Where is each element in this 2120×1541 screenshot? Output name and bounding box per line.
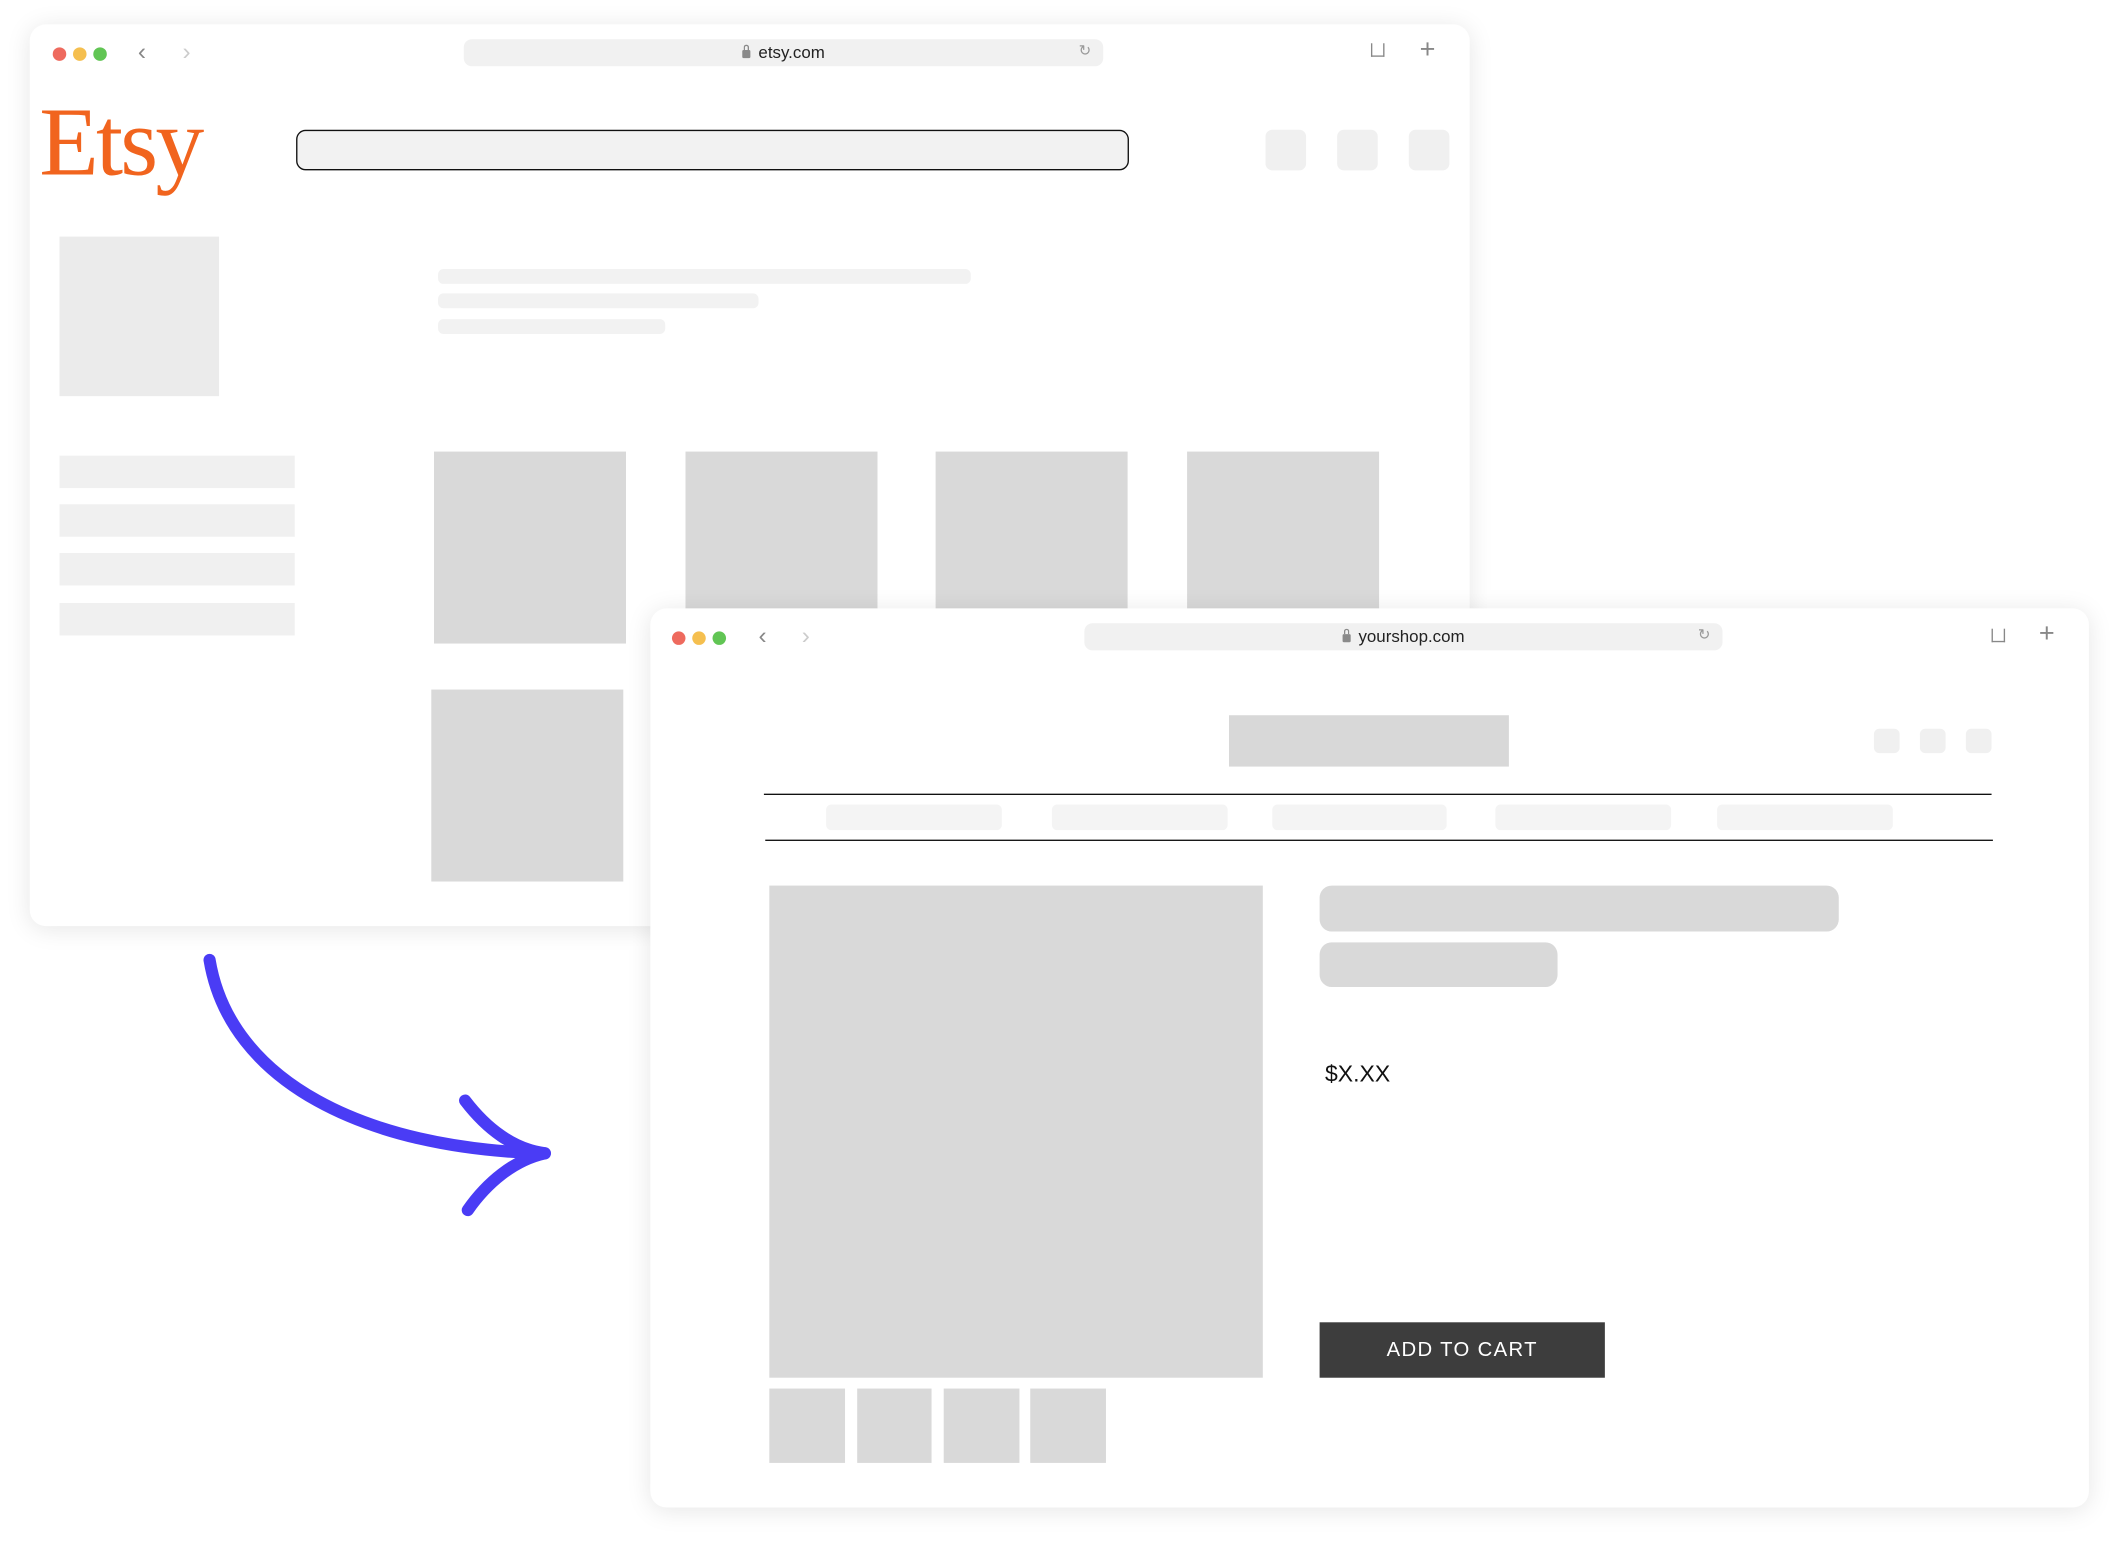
transition-arrow	[203, 953, 551, 1217]
